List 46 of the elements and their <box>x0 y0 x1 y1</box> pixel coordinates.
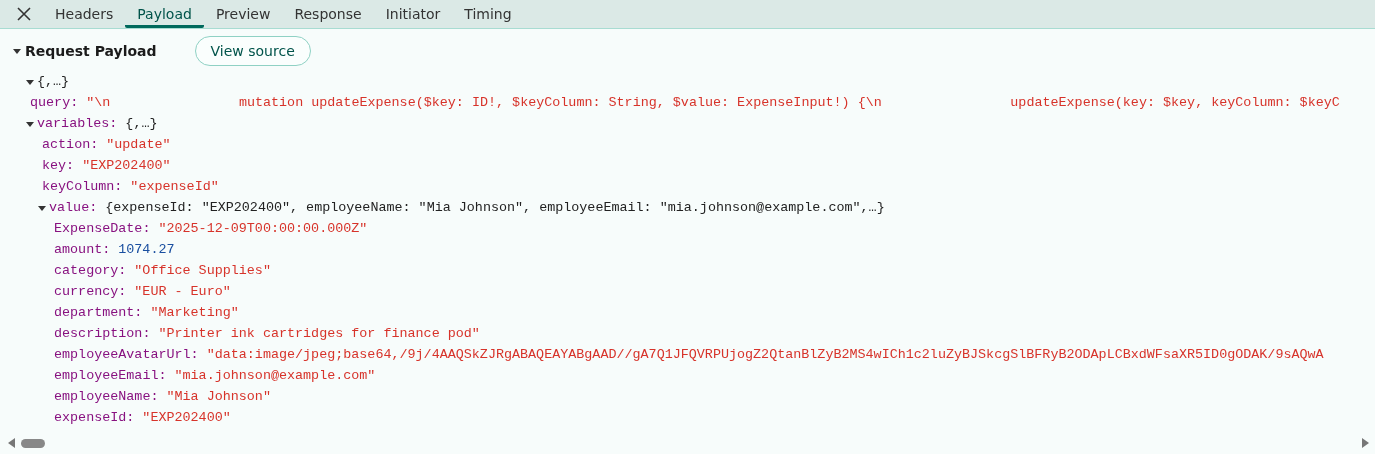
section-title: Request Payload <box>25 43 157 59</box>
property-value: 1074.27 <box>118 242 175 257</box>
tab[interactable]: Payload <box>125 0 204 28</box>
triangle-icon[interactable] <box>12 46 22 56</box>
tab[interactable]: Timing <box>452 0 524 28</box>
property-key: variables: <box>37 116 118 131</box>
property-key: keyColumn: <box>42 179 123 194</box>
tab[interactable]: Headers <box>43 0 126 28</box>
property-key: employeeEmail: <box>54 368 167 383</box>
property-value: "data:image/jpeg;base64,/9j/4AAQSkZJRgABAQEAYABgAAD//gA7Q1JFQVRPUjogZ2QtanBlZyB2MS4wICh1c2luZyBJSkcgSlBFRyB2ODApLCBxdWFsaXR5ID0gODAK/9sAQwA <box>206 347 1324 362</box>
object-summary: {,…} <box>37 74 70 89</box>
property-value: "2025-12-09T00:00:00.000Z" <box>158 221 368 236</box>
scrollbar-thumb[interactable] <box>21 438 45 448</box>
property-value: "\n mutation updateExpense($key: ID!, $keyColumn: String, $value: ExpenseInput!) {\n updateExpense(key: $key, keyColumn: $keyC <box>86 95 1340 110</box>
property-value: {,…} <box>125 116 158 131</box>
property-value: "expenseId" <box>130 179 219 194</box>
property-key: expenseId: <box>54 410 135 425</box>
property-key: value: <box>49 200 98 215</box>
tab[interactable]: Response <box>282 0 374 28</box>
property-value: "mia.johnson@example.com" <box>174 368 376 383</box>
property-value: "EUR - Euro" <box>134 284 231 299</box>
close-icon[interactable] <box>17 7 31 21</box>
property-value: "Marketing" <box>150 305 239 320</box>
tab[interactable]: Initiator <box>373 0 453 28</box>
tab[interactable]: Preview <box>203 0 283 28</box>
property-key: currency: <box>54 284 127 299</box>
property-key: action: <box>42 137 99 152</box>
property-value: "EXP202400" <box>142 410 231 425</box>
property-value: "Mia Johnson" <box>166 389 271 404</box>
property-key: query: <box>30 95 79 110</box>
property-value: "EXP202400" <box>82 158 171 173</box>
property-key: description: <box>54 326 151 341</box>
property-key: employeeAvatarUrl: <box>54 347 199 362</box>
property-value: {expenseId: "EXP202400", employeeName: "Mia Johnson", employeeEmail: "mia.johnson@example.com",…} <box>105 200 885 215</box>
property-value: "Printer ink cartridges for finance pod" <box>158 326 480 341</box>
property-key: department: <box>54 305 143 320</box>
property-key: category: <box>54 263 127 278</box>
property-key: ExpenseDate: <box>54 221 151 236</box>
property-key: key: <box>42 158 75 173</box>
property-value: "Office Supplies" <box>134 263 271 278</box>
property-key: employeeName: <box>54 389 159 404</box>
scroll-right-icon[interactable] <box>1362 438 1369 448</box>
property-value: "update" <box>106 137 171 152</box>
scroll-left-icon[interactable] <box>8 438 15 448</box>
property-key: amount: <box>54 242 111 257</box>
view-source-button[interactable]: View source <box>194 36 311 66</box>
